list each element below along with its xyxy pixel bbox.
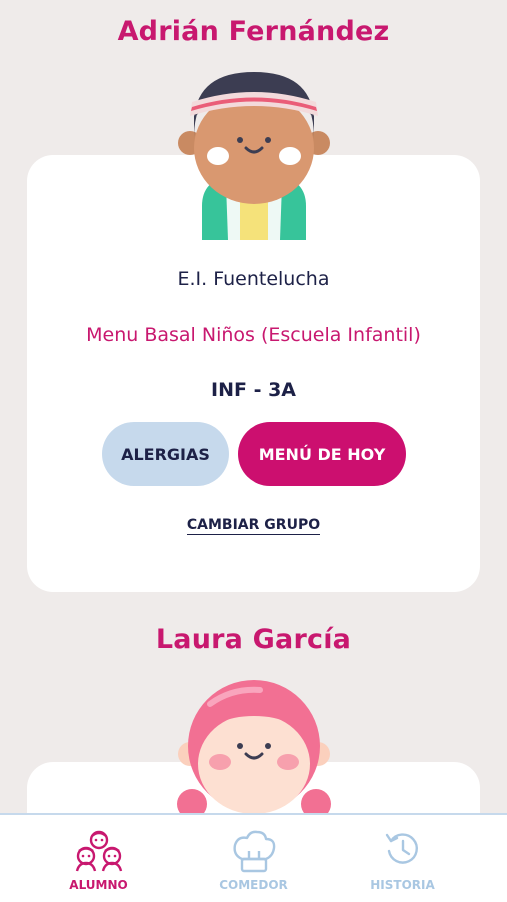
change-group-link[interactable]: CAMBIAR GRUPO [0,517,507,535]
menu-name: Menu Basal Niños (Escuela Infantil) [86,324,421,346]
girl-avatar-icon [177,680,331,816]
nav-item-alumno[interactable]: ALUMNO [14,815,183,902]
children-icon [75,830,122,872]
history-icon [385,833,418,864]
bottom-nav: ALUMNO COMEDOR HISTORIA [0,813,507,902]
nav-item-historia[interactable]: HISTORIA [318,815,487,902]
group-name: INF - 3A [211,379,296,401]
nav-label-alumno: ALUMNO [69,878,128,892]
school-name: E.I. Fuentelucha [177,268,330,290]
today-menu-button[interactable]: MENÚ DE HOY [238,422,406,486]
student-name: Adrián Fernández [117,16,390,47]
nav-label-comedor: COMEDOR [219,878,288,892]
nav-label-historia: HISTORIA [370,878,435,892]
student-name: Laura García [155,624,352,655]
change-group-label[interactable]: CAMBIAR GRUPO [186,517,321,535]
boy-avatar-icon [178,72,330,240]
nav-item-comedor[interactable]: COMEDOR [169,815,338,902]
allergies-button[interactable]: ALERGIAS [102,422,229,486]
chef-hat-icon [232,830,275,873]
